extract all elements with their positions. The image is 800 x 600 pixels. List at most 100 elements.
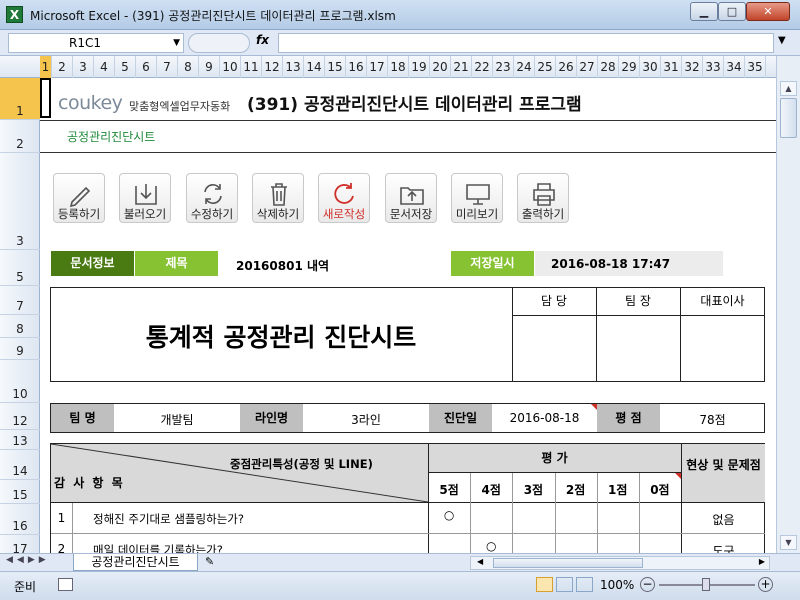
zoom-out-icon[interactable]: − bbox=[640, 577, 655, 592]
column-header[interactable]: 29 bbox=[619, 56, 640, 78]
refresh-icon bbox=[204, 184, 222, 204]
macro-record-icon[interactable] bbox=[58, 578, 73, 591]
column-header[interactable]: 18 bbox=[388, 56, 409, 78]
column-header[interactable]: 12 bbox=[262, 56, 283, 78]
score-mark[interactable]: ○ bbox=[428, 508, 470, 522]
audit-item: 정해진 주기대로 샘플링하는가? bbox=[93, 512, 244, 526]
column-header[interactable]: 31 bbox=[661, 56, 682, 78]
column-header[interactable]: 32 bbox=[682, 56, 703, 78]
column-header[interactable]: 20 bbox=[430, 56, 451, 78]
row-header[interactable]: 3 bbox=[0, 153, 40, 250]
name-box[interactable]: R1C1 ▼ bbox=[8, 33, 184, 53]
scroll-down-icon[interactable]: ▼ bbox=[780, 535, 797, 550]
column-header[interactable]: 22 bbox=[472, 56, 493, 78]
tab-sheet-active[interactable]: 공정관리진단시트 bbox=[73, 554, 198, 571]
row-header[interactable]: 14 bbox=[0, 450, 40, 480]
row-header[interactable]: 15 bbox=[0, 480, 40, 504]
column-header[interactable]: 13 bbox=[283, 56, 304, 78]
column-header[interactable]: 33 bbox=[703, 56, 724, 78]
maximize-button[interactable]: □ bbox=[718, 2, 746, 21]
column-header[interactable]: 3 bbox=[73, 56, 94, 78]
row-header[interactable]: 2 bbox=[0, 120, 40, 153]
horizontal-scrollbar[interactable]: ◀ ▶ bbox=[470, 556, 770, 570]
table-row[interactable]: 1 정해진 주기대로 샘플링하는가? ○ 없음 bbox=[51, 503, 765, 533]
row-header[interactable]: 16 bbox=[0, 504, 40, 535]
status-value[interactable]: 도구 bbox=[682, 542, 765, 553]
column-header[interactable]: 35 bbox=[745, 56, 766, 78]
column-header[interactable]: 9 bbox=[199, 56, 220, 78]
chevron-down-icon[interactable]: ▼ bbox=[173, 34, 180, 52]
column-header[interactable]: 24 bbox=[514, 56, 535, 78]
column-header[interactable]: 16 bbox=[346, 56, 367, 78]
page-break-view-icon[interactable] bbox=[576, 577, 593, 592]
column-header[interactable]: 34 bbox=[724, 56, 745, 78]
table-row[interactable]: 2 매일 데이터를 기록하는가? ○ 도구 bbox=[51, 534, 765, 553]
column-header[interactable]: 11 bbox=[241, 56, 262, 78]
column-header[interactable]: 15 bbox=[325, 56, 346, 78]
row-header[interactable]: 8 bbox=[0, 315, 40, 338]
formula-bar: R1C1 ▼ fx ▼ bbox=[0, 30, 800, 56]
active-cell-cursor[interactable] bbox=[40, 78, 51, 118]
scroll-right-icon[interactable]: ▶ bbox=[759, 557, 765, 566]
normal-view-icon[interactable] bbox=[536, 577, 553, 592]
zoom-thumb[interactable] bbox=[702, 578, 710, 591]
row-header[interactable]: 1 bbox=[0, 78, 40, 120]
row-header[interactable]: 9 bbox=[0, 338, 40, 360]
sheet-subtitle: 공정관리진단시트 bbox=[67, 130, 156, 144]
zoom-in-icon[interactable]: + bbox=[758, 577, 773, 592]
column-header[interactable]: 6 bbox=[136, 56, 157, 78]
audit-item: 매일 데이터를 기록하는가? bbox=[93, 543, 223, 553]
minimize-button[interactable]: ▁ bbox=[690, 2, 718, 21]
column-header[interactable]: 2 bbox=[52, 56, 73, 78]
zoom-level[interactable]: 100% bbox=[600, 578, 634, 592]
column-header[interactable]: 21 bbox=[451, 56, 472, 78]
score-mark[interactable]: ○ bbox=[470, 539, 512, 553]
row-header[interactable]: 5 bbox=[0, 250, 40, 286]
load-label: 불러오기 bbox=[123, 207, 167, 221]
column-header[interactable]: 25 bbox=[535, 56, 556, 78]
row-header[interactable]: 12 bbox=[0, 403, 40, 430]
formula-input[interactable] bbox=[278, 33, 774, 53]
column-header[interactable]: 8 bbox=[178, 56, 199, 78]
column-header[interactable]: 27 bbox=[577, 56, 598, 78]
scroll-up-icon[interactable]: ▲ bbox=[780, 81, 797, 96]
page-layout-view-icon[interactable] bbox=[556, 577, 573, 592]
date-label: 진단일 bbox=[429, 404, 492, 432]
column-header[interactable]: 4 bbox=[94, 56, 115, 78]
score-head: 3점 bbox=[523, 483, 544, 497]
column-header[interactable]: 23 bbox=[493, 56, 514, 78]
worksheet[interactable]: coukey 맞춤형엑셀업무자동화 (391) 공정관리진단시트 데이터관리 프… bbox=[40, 78, 776, 553]
trash-icon bbox=[271, 183, 287, 206]
row-header[interactable]: 10 bbox=[0, 360, 40, 403]
insert-function-icon[interactable]: fx bbox=[256, 33, 269, 47]
vertical-scrollbar[interactable]: ▲ ▼ bbox=[776, 56, 800, 553]
status-value[interactable]: 없음 bbox=[682, 511, 765, 528]
column-header[interactable]: 5 bbox=[115, 56, 136, 78]
column-header[interactable]: 14 bbox=[304, 56, 325, 78]
close-button[interactable]: ✕ bbox=[746, 2, 790, 21]
team-value[interactable]: 개발팀 bbox=[114, 411, 240, 428]
line-value[interactable]: 3라인 bbox=[303, 411, 429, 428]
document-title-value[interactable]: 20160801 내역 bbox=[236, 257, 329, 274]
column-header[interactable]: 30 bbox=[640, 56, 661, 78]
column-header[interactable]: 28 bbox=[598, 56, 619, 78]
column-header[interactable]: 7 bbox=[157, 56, 178, 78]
status-text: 준비 bbox=[14, 580, 37, 594]
column-header[interactable]: 19 bbox=[409, 56, 430, 78]
row-header[interactable]: 13 bbox=[0, 430, 40, 450]
date-value[interactable]: 2016-08-18 bbox=[492, 411, 597, 425]
row-header[interactable]: 7 bbox=[0, 286, 40, 315]
column-header[interactable]: 17 bbox=[367, 56, 388, 78]
h-scroll-thumb[interactable] bbox=[493, 558, 643, 568]
insert-sheet-icon[interactable]: ✎ bbox=[205, 555, 214, 568]
column-header[interactable]: 26 bbox=[556, 56, 577, 78]
scroll-thumb[interactable] bbox=[780, 98, 797, 138]
column-header[interactable]: 10 bbox=[220, 56, 241, 78]
expand-formula-bar-icon[interactable]: ▼ bbox=[778, 35, 786, 46]
scroll-left-icon[interactable]: ◀ bbox=[477, 557, 483, 566]
score-value: 78점 bbox=[699, 413, 726, 427]
excel-app-icon[interactable]: X bbox=[6, 6, 23, 23]
tab-nav-icons[interactable]: ◀◀▶▶ bbox=[6, 555, 50, 565]
column-header[interactable]: 1 bbox=[40, 56, 52, 78]
comment-indicator[interactable] bbox=[675, 473, 681, 479]
